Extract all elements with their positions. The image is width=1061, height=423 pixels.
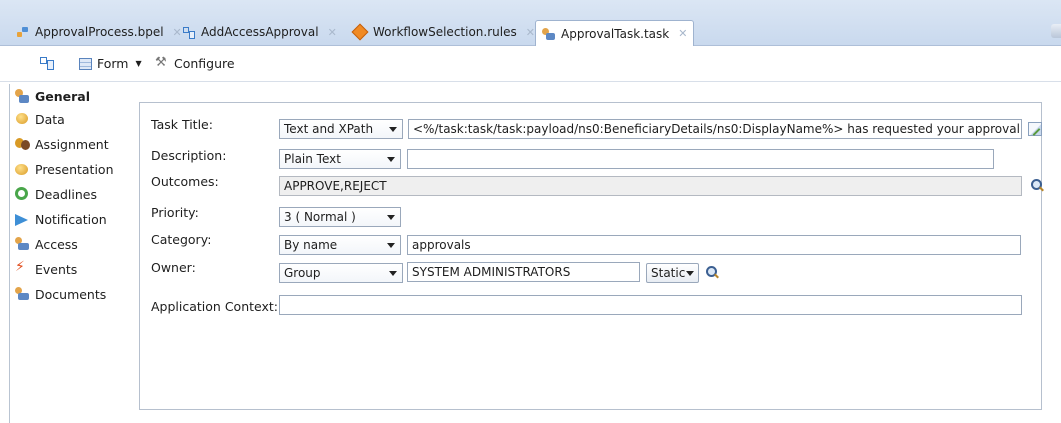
nav-item-label: Data	[35, 111, 65, 127]
rules-icon	[351, 23, 369, 41]
nav-item-label: General	[35, 88, 90, 104]
description-input[interactable]	[407, 149, 994, 169]
data-icon	[15, 112, 30, 126]
wrench-icon	[155, 55, 169, 71]
nav-item-label: Presentation	[35, 161, 114, 177]
nav-item-label: Deadlines	[35, 186, 97, 202]
outcomes-label: Outcomes:	[151, 174, 219, 189]
search-icon[interactable]	[1031, 179, 1044, 193]
search-icon[interactable]	[706, 266, 719, 280]
close-icon[interactable]: ✕	[678, 27, 687, 40]
documents-icon	[15, 287, 30, 301]
general-section-panel: Task Title: Text and XPath <%/task:task/…	[139, 102, 1042, 410]
events-icon	[15, 259, 30, 276]
presentation-icon	[15, 162, 30, 176]
priority-label: Priority:	[151, 205, 199, 220]
configure-label: Configure	[174, 56, 235, 71]
category-label: Category:	[151, 232, 212, 247]
description-label: Description:	[151, 148, 227, 163]
nav-item-label: Events	[35, 261, 78, 277]
close-icon[interactable]: ✕	[328, 26, 337, 39]
tab-label: ApprovalProcess.bpel	[35, 25, 164, 39]
nav-item-label: Access	[35, 236, 78, 252]
human-task-icon	[15, 89, 30, 103]
configure-button[interactable]: Configure	[155, 55, 235, 72]
bpel-process-icon	[16, 25, 30, 39]
tab-label: WorkflowSelection.rules	[373, 25, 517, 39]
form-label: Form	[97, 56, 129, 71]
flow-view-button[interactable]	[40, 56, 54, 70]
deadlines-icon	[15, 187, 30, 201]
owner-input[interactable]: SYSTEM ADMINISTRATORS	[407, 262, 640, 282]
nav-item-notification[interactable]: Notification	[12, 208, 138, 230]
tab-add-access-approval[interactable]: AddAccessApproval ✕	[176, 21, 343, 43]
owner-label: Owner:	[151, 260, 196, 275]
nav-item-events[interactable]: Events	[12, 258, 138, 280]
form-icon	[79, 57, 92, 70]
nav-item-access[interactable]: Access	[12, 233, 138, 255]
nav-item-deadlines[interactable]: Deadlines	[12, 183, 138, 205]
task-title-input[interactable]: <%/task:task/task:payload/ns0:Beneficiar…	[408, 119, 1022, 139]
outcomes-field: APPROVE,REJECT	[279, 176, 1022, 196]
description-mode-select[interactable]: Plain Text	[279, 149, 401, 169]
editor-toolbar: Form ▼ Configure	[0, 46, 1061, 82]
tab-approval-process-bpel[interactable]: ApprovalProcess.bpel ✕	[10, 21, 188, 43]
assignment-icon	[15, 137, 30, 151]
tab-approval-task[interactable]: ApprovalTask.task ✕	[535, 20, 695, 46]
owner-type-select[interactable]: Group	[279, 263, 403, 283]
tab-overflow-handle[interactable]	[1051, 24, 1061, 38]
nav-item-presentation[interactable]: Presentation	[12, 158, 138, 180]
task-title-mode-select[interactable]: Text and XPath	[279, 119, 403, 139]
notification-icon	[15, 212, 30, 226]
tab-label: ApprovalTask.task	[561, 26, 670, 41]
category-input[interactable]: approvals	[407, 235, 1021, 255]
task-title-label: Task Title:	[151, 117, 213, 132]
expression-builder-icon[interactable]	[1028, 122, 1042, 136]
nav-item-general[interactable]: General	[12, 85, 138, 107]
access-icon	[15, 237, 30, 251]
nav-item-label: Notification	[35, 211, 107, 227]
priority-select[interactable]: 3 ( Normal )	[279, 207, 401, 227]
workflow-icon	[182, 25, 196, 39]
nav-item-label: Documents	[35, 286, 107, 302]
tab-label: AddAccessApproval	[201, 25, 319, 39]
editor-tab-bar: ApprovalProcess.bpel ✕ AddAccessApproval…	[0, 0, 1061, 46]
form-menu-button[interactable]: Form ▼	[79, 56, 142, 71]
tab-workflow-selection-rules[interactable]: WorkflowSelection.rules ✕	[348, 21, 541, 43]
application-context-input[interactable]	[279, 295, 1022, 315]
chevron-down-icon: ▼	[135, 59, 142, 68]
nav-item-documents[interactable]: Documents	[12, 283, 138, 305]
human-task-icon	[542, 27, 556, 41]
category-mode-select[interactable]: By name	[279, 235, 401, 255]
close-icon[interactable]: ✕	[526, 26, 535, 39]
nav-item-label: Assignment	[35, 136, 109, 152]
task-sections-nav: General Data Assignment Presentation Dea…	[9, 84, 139, 423]
owner-binding-select[interactable]: Static	[646, 263, 699, 283]
workflow-icon	[40, 56, 54, 70]
nav-item-assignment[interactable]: Assignment	[12, 133, 138, 155]
application-context-label: Application Context:	[151, 299, 278, 314]
nav-item-data[interactable]: Data	[12, 108, 138, 130]
